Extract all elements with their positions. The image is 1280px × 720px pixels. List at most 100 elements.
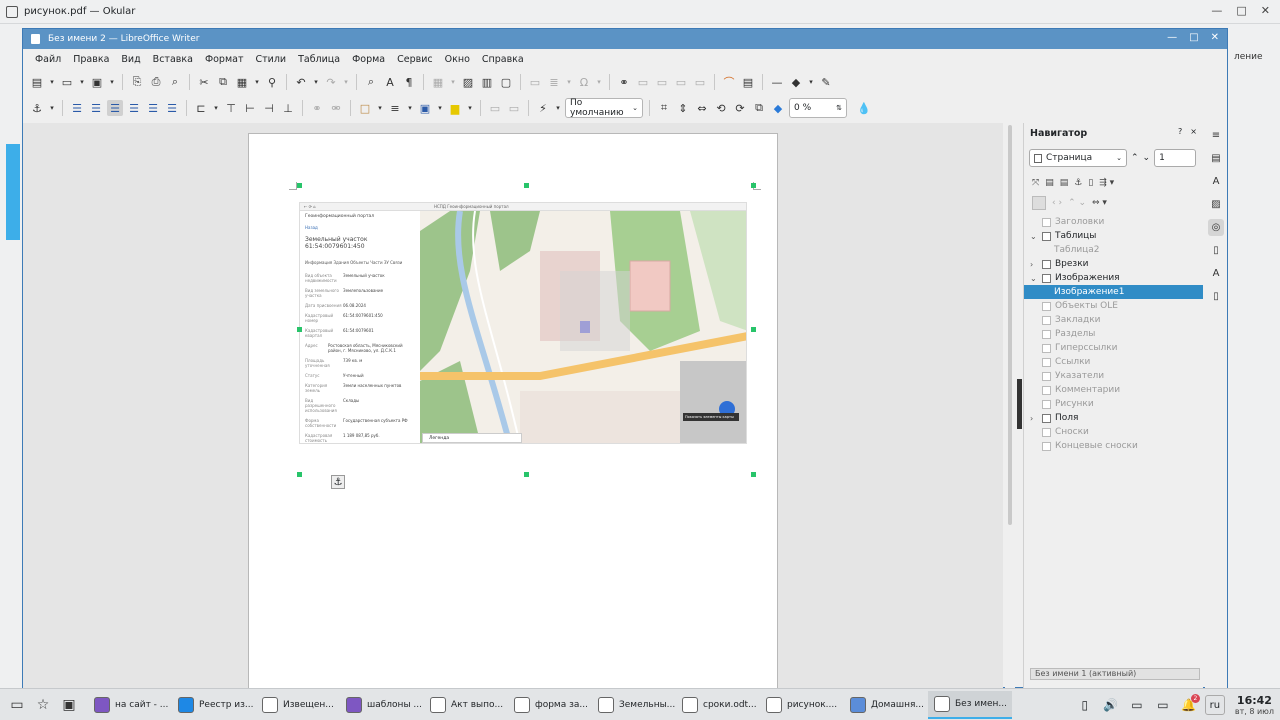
redo-icon[interactable]: ↷ bbox=[323, 74, 339, 90]
document-page[interactable]: ← ⟳ ⌂ НСПД Геоинформационный портал Геои… bbox=[248, 133, 778, 688]
expander-icon[interactable]: › bbox=[1030, 260, 1042, 269]
wrap-page-icon[interactable]: ☰ bbox=[88, 100, 104, 116]
background-color-icon[interactable]: ▆ bbox=[447, 100, 463, 116]
save-icon[interactable]: ▣ bbox=[89, 74, 105, 90]
align-left-icon[interactable]: ⊣ bbox=[261, 100, 277, 116]
save-dropdown-icon[interactable]: ▾ bbox=[108, 74, 116, 90]
taskbar-task[interactable]: Земельны... bbox=[592, 691, 676, 719]
new-dropdown-icon[interactable]: ▾ bbox=[48, 74, 56, 90]
show-desktop-icon[interactable]: ▣ bbox=[56, 692, 82, 718]
flip-vertical-icon[interactable]: ⇕ bbox=[675, 100, 691, 116]
border-color-icon[interactable]: ▣ bbox=[417, 100, 433, 116]
previous-icon[interactable]: ⌃ bbox=[1131, 153, 1139, 163]
gallery-icon[interactable]: ▨ bbox=[1208, 196, 1224, 213]
open-dropdown-icon[interactable]: ▾ bbox=[78, 74, 86, 90]
rotate-right-icon[interactable]: ⟳ bbox=[732, 100, 748, 116]
navigator-tree-item[interactable]: ⌄ Таблицы bbox=[1024, 229, 1203, 243]
sidebar-collapse-handle[interactable] bbox=[1017, 379, 1022, 429]
navigator-tree-item[interactable]: Разделы bbox=[1024, 327, 1203, 341]
navigator-category-select[interactable]: Страница ⌄ bbox=[1029, 149, 1127, 167]
menu-form[interactable]: Форма bbox=[346, 54, 391, 65]
properties-icon[interactable]: ▤ bbox=[1208, 150, 1224, 167]
border-style-icon[interactable]: ≡ bbox=[387, 100, 403, 116]
background-dropdown-icon[interactable]: ▾ bbox=[466, 100, 474, 116]
navigator-tree-item[interactable]: Заголовки bbox=[1024, 215, 1203, 229]
spin-icon[interactable]: ⇅ bbox=[836, 104, 842, 112]
spelling-icon[interactable]: A bbox=[382, 74, 398, 90]
selection-handle[interactable] bbox=[751, 327, 756, 332]
navigator-tree-item[interactable]: Концевые сноски bbox=[1024, 439, 1203, 453]
align-objects-icon[interactable]: ⊏ bbox=[193, 100, 209, 116]
document-select[interactable]: Без имени 1 (активный) bbox=[1030, 668, 1200, 680]
wrap-right-icon[interactable]: ☰ bbox=[145, 100, 161, 116]
okular-thumbnail[interactable] bbox=[6, 144, 20, 240]
print-icon[interactable]: ⎙ bbox=[148, 74, 164, 90]
navigator-tree-item[interactable]: Рисунки bbox=[1024, 397, 1203, 411]
navigator-tree-item[interactable]: Закладки bbox=[1024, 313, 1203, 327]
insert-chart-icon[interactable]: ▥ bbox=[479, 74, 495, 90]
paste-icon[interactable]: ▦ bbox=[234, 74, 250, 90]
print-preview-icon[interactable]: ⌕ bbox=[167, 74, 183, 90]
footer-icon[interactable]: ▤ bbox=[1060, 178, 1069, 188]
navigator-close-icon[interactable]: × bbox=[1190, 127, 1197, 136]
navigator-tree-item[interactable]: ⌄ Изображения bbox=[1024, 271, 1203, 285]
navigator-tree-item[interactable]: › Поля bbox=[1024, 411, 1203, 425]
sidebar-menu-icon[interactable]: ≡ bbox=[1208, 127, 1224, 144]
undo-dropdown-icon[interactable]: ▾ bbox=[312, 74, 320, 90]
menu-insert[interactable]: Вставка bbox=[147, 54, 199, 65]
comment-icon[interactable]: ▭ bbox=[654, 74, 670, 90]
move-up-icon[interactable]: ⌃ ⌄ bbox=[1068, 198, 1086, 208]
taskbar-task[interactable]: Извещен... bbox=[256, 691, 340, 719]
hyperlink-icon[interactable]: ⚭ bbox=[616, 74, 632, 90]
selection-handle[interactable] bbox=[297, 183, 302, 188]
expander-icon[interactable]: ⌄ bbox=[1030, 232, 1042, 241]
menu-help[interactable]: Справка bbox=[476, 54, 530, 65]
minimize-icon[interactable]: — bbox=[1211, 4, 1222, 17]
app-launcher-icon[interactable]: ▭ bbox=[4, 692, 30, 718]
clock[interactable]: 16:42 вт, 8 июл bbox=[1235, 694, 1274, 716]
align-top-icon[interactable]: ⊤ bbox=[223, 100, 239, 116]
navigator-tree-item[interactable]: Сноски bbox=[1024, 425, 1203, 439]
frame-style-combo[interactable]: По умолчанию ⌄ bbox=[565, 98, 643, 118]
field-dropdown-icon[interactable]: ▾ bbox=[565, 74, 573, 90]
reminder-icon[interactable]: ▯ bbox=[1088, 178, 1093, 188]
wrap-off-icon[interactable]: ☰ bbox=[69, 100, 85, 116]
page-deck-icon[interactable]: ▯ bbox=[1208, 242, 1224, 259]
anchor-nav-icon[interactable]: ⚓ bbox=[1074, 178, 1082, 188]
image-properties-icon[interactable]: ⌗ bbox=[656, 100, 672, 116]
style-inspector-icon[interactable]: A bbox=[1208, 265, 1224, 282]
color-filter-icon[interactable]: 💧 bbox=[856, 100, 872, 116]
paste-dropdown-icon[interactable]: ▾ bbox=[253, 74, 261, 90]
writer-maximize-icon[interactable]: □ bbox=[1189, 32, 1198, 43]
bring-forward-icon[interactable]: ▭ bbox=[487, 100, 503, 116]
insert-table-icon[interactable]: ▦ bbox=[430, 74, 446, 90]
toggle-icon[interactable]: ⤧ bbox=[1032, 178, 1039, 188]
formatting-marks-icon[interactable]: ¶ bbox=[401, 74, 417, 90]
navigator-tree-item[interactable]: Объекты OLE bbox=[1024, 299, 1203, 313]
new-document-icon[interactable]: ▤ bbox=[29, 74, 45, 90]
navigator-icon[interactable]: ◎ bbox=[1208, 219, 1224, 236]
next-icon[interactable]: ⌄ bbox=[1143, 153, 1151, 163]
link-frames-icon[interactable]: ⚭ bbox=[309, 100, 325, 116]
rotate-left-icon[interactable]: ⟲ bbox=[713, 100, 729, 116]
insert-line-icon[interactable]: — bbox=[769, 74, 785, 90]
styles-icon[interactable]: A bbox=[1208, 173, 1224, 190]
taskbar-task[interactable]: на сайт - ... bbox=[88, 691, 172, 719]
anchor-dropdown-icon[interactable]: ▾ bbox=[48, 100, 56, 116]
selection-handle[interactable] bbox=[297, 472, 302, 477]
copy-icon[interactable]: ⧉ bbox=[215, 74, 231, 90]
borders-icon[interactable]: □ bbox=[357, 100, 373, 116]
promote-icon[interactable]: ‹ › bbox=[1052, 198, 1062, 208]
table-dropdown-icon[interactable]: ▾ bbox=[449, 74, 457, 90]
draw-function-icon[interactable]: ✎ bbox=[818, 74, 834, 90]
track-changes-icon[interactable]: ▭ bbox=[673, 74, 689, 90]
taskbar-task[interactable]: Акт выпо... bbox=[424, 691, 508, 719]
footnote-icon[interactable]: ▭ bbox=[635, 74, 651, 90]
navigator-tree-item[interactable]: Изображение1 bbox=[1024, 285, 1203, 299]
show-draw-icon[interactable]: ▤ bbox=[740, 74, 756, 90]
navigator-tree-item[interactable]: › Врезки bbox=[1024, 257, 1203, 271]
unlink-frames-icon[interactable]: ⚮ bbox=[328, 100, 344, 116]
anchor-icon[interactable]: ⚓ bbox=[29, 100, 45, 116]
send-backward-icon[interactable]: ▭ bbox=[506, 100, 522, 116]
align-dropdown-icon[interactable]: ▾ bbox=[212, 100, 220, 116]
